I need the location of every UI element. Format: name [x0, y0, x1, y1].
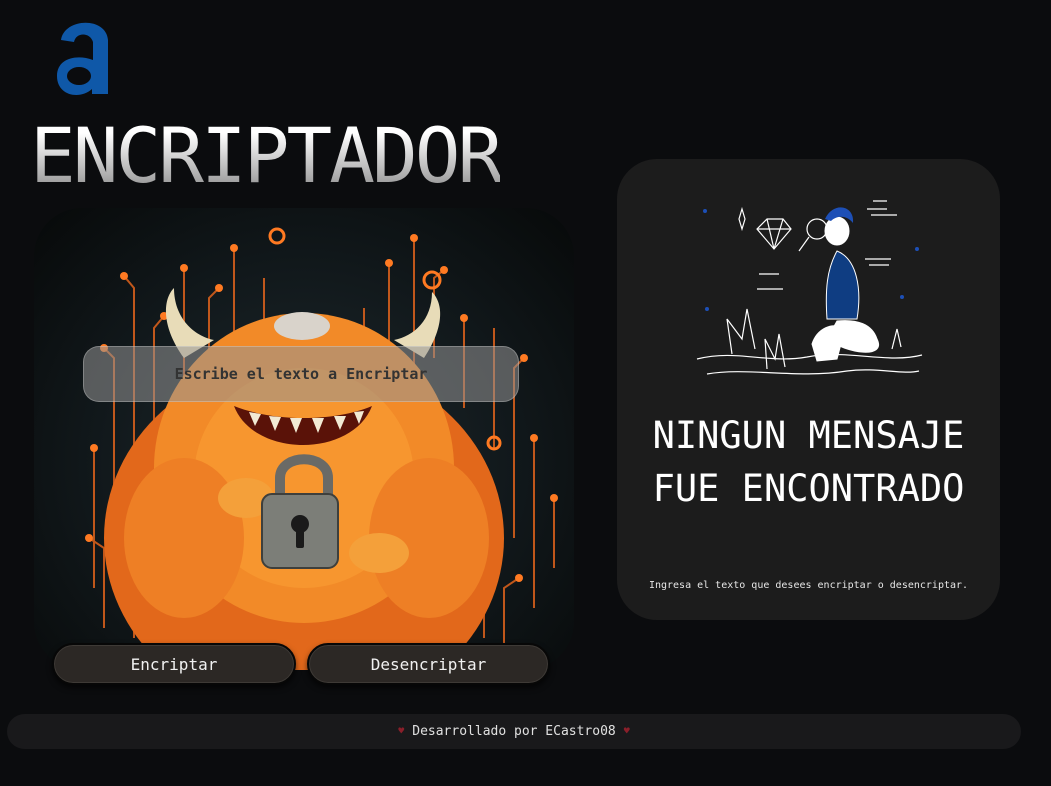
- result-panel: NINGUN MENSAJE FUE ENCONTRADO Ingresa el…: [617, 159, 1000, 620]
- encrypt-button[interactable]: Encriptar: [52, 643, 296, 685]
- page-title: ENCRIPTADOR: [30, 111, 503, 200]
- footer: ♥ Desarrollado por ECastro08 ♥: [7, 714, 1021, 749]
- person-with-magnifier-illustration: [696, 200, 923, 375]
- alura-logo: [52, 10, 118, 100]
- result-title: NINGUN MENSAJE FUE ENCONTRADO: [652, 414, 965, 510]
- text-input[interactable]: [83, 346, 519, 402]
- heart-icon: ♥: [623, 726, 630, 737]
- hero-monster-image: [34, 208, 574, 670]
- result-description: Ingresa el texto que desees encriptar o …: [648, 580, 969, 591]
- footer-credit: Desarrollado por ECastro08: [412, 724, 616, 739]
- decrypt-button[interactable]: Desencriptar: [307, 643, 550, 685]
- heart-icon: ♥: [398, 726, 405, 737]
